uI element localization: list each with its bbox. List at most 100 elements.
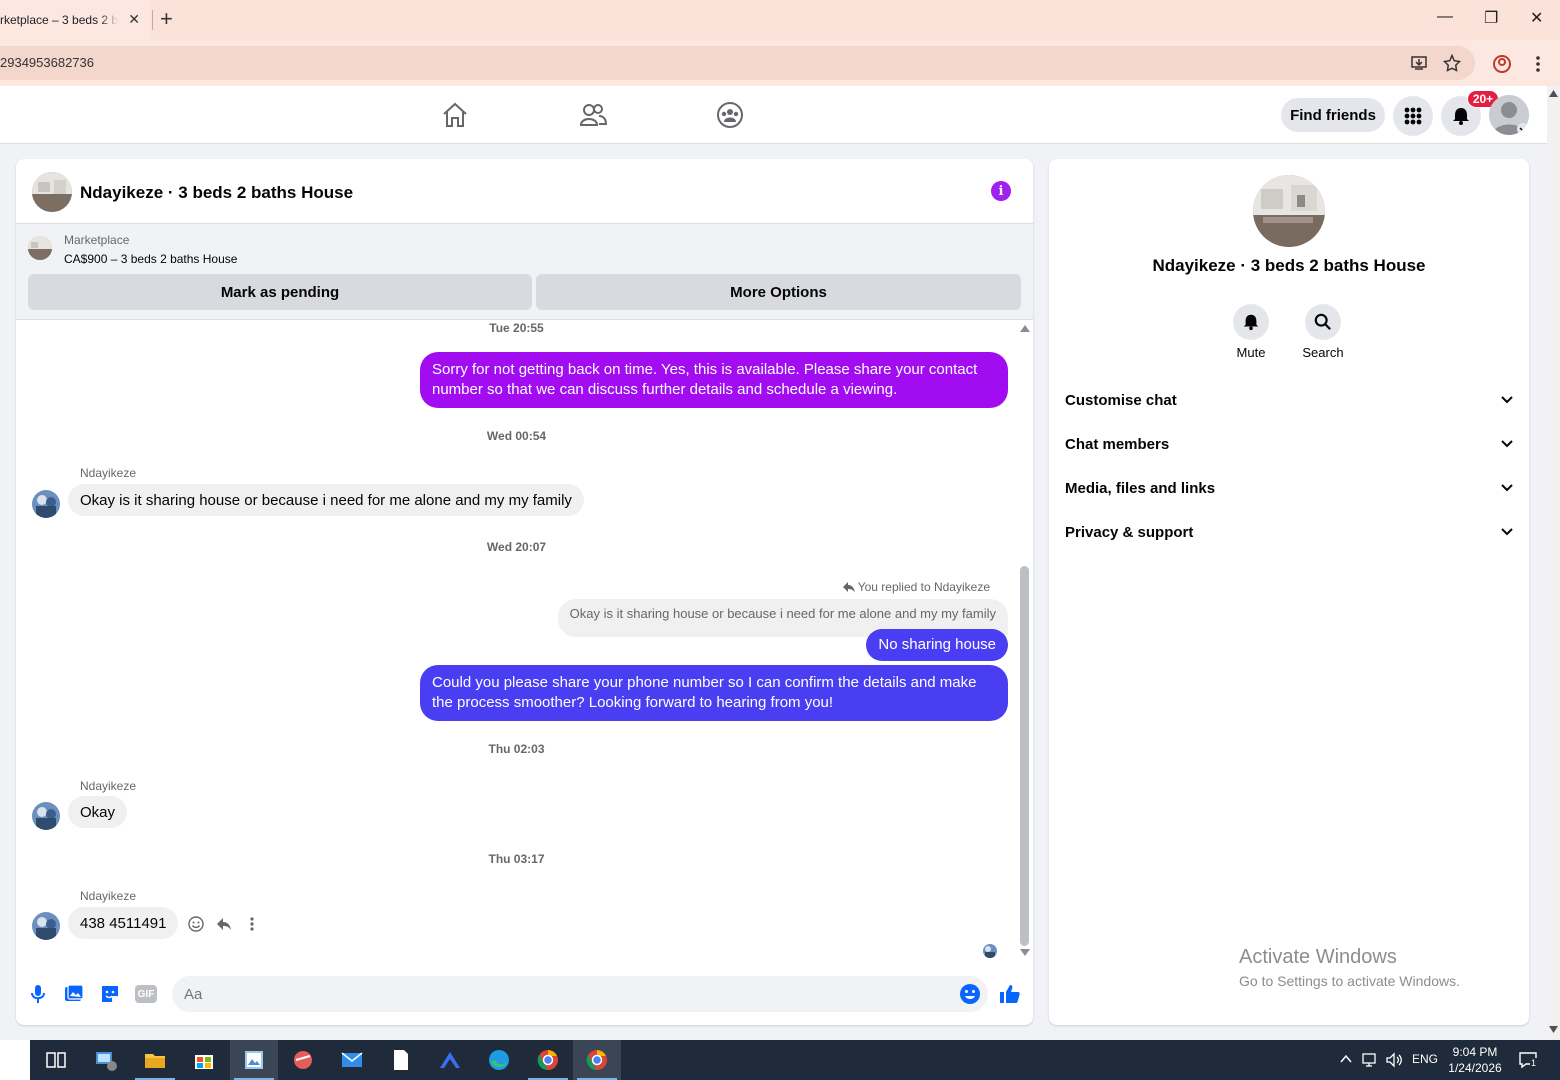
search-label: Search: [1302, 345, 1344, 360]
file-explorer-icon[interactable]: [143, 1048, 167, 1072]
notepad-icon[interactable]: [389, 1048, 413, 1072]
incoming-message[interactable]: 438 4511491: [68, 907, 179, 939]
chat-title: Ndayikeze · 3 beds 2 baths House: [80, 183, 354, 202]
chat-header: Ndayikeze · 3 beds 2 baths House i: [16, 159, 1033, 224]
accordion-media-files-links[interactable]: Media, files and links: [1065, 466, 1513, 510]
profile-icon[interactable]: [1492, 54, 1512, 74]
conversation-avatar-large[interactable]: [1253, 175, 1325, 247]
url-text: 2934953682736: [0, 55, 94, 70]
microphone-icon[interactable]: [27, 983, 49, 1005]
apps-grid-icon: [1404, 107, 1422, 125]
start-area[interactable]: [0, 1040, 30, 1080]
conversation-info-panel: Ndayikeze · 3 beds 2 baths House Mute Se…: [1049, 159, 1529, 1025]
reply-indicator: You replied to Ndayikeze: [842, 580, 990, 594]
groups-icon[interactable]: [715, 100, 745, 130]
scroll-up-icon[interactable]: [1020, 325, 1030, 332]
marketplace-label: Marketplace: [64, 233, 130, 247]
chevron-down-icon: [1501, 528, 1513, 536]
sender-name: Ndayikeze: [80, 779, 137, 793]
user-photo-icon: [32, 490, 60, 518]
chrome-profile-m-icon[interactable]: [536, 1048, 560, 1072]
close-window-button[interactable]: ✕: [1530, 8, 1543, 28]
conversation-info-icon[interactable]: i: [991, 181, 1011, 201]
photo-icon[interactable]: [63, 983, 85, 1005]
scroll-down-icon[interactable]: [1549, 1026, 1558, 1034]
network-icon[interactable]: [1362, 1052, 1380, 1068]
menu-button[interactable]: [1393, 96, 1433, 136]
more-actions-icon[interactable]: [246, 916, 258, 932]
tray-expand-icon[interactable]: [1340, 1054, 1352, 1064]
tab-close-icon[interactable]: ✕: [128, 11, 140, 28]
mail-icon[interactable]: [340, 1048, 364, 1072]
accordion-chat-members[interactable]: Chat members: [1065, 422, 1513, 466]
accordion-customise-chat[interactable]: Customise chat: [1065, 378, 1513, 422]
house-photo-thumbnail: [32, 172, 72, 212]
address-bar[interactable]: 2934953682736: [0, 46, 1475, 80]
bookmark-star-icon[interactable]: [1443, 54, 1461, 72]
timestamp: Wed 20:07: [486, 540, 547, 554]
react-emoji-icon[interactable]: [188, 916, 204, 932]
activate-title: Activate Windows: [1239, 946, 1397, 968]
page-scrollbar[interactable]: [1547, 86, 1560, 1040]
accordion-privacy-support[interactable]: Privacy & support: [1065, 510, 1513, 554]
chat-panel: Ndayikeze · 3 beds 2 baths House i Marke…: [16, 159, 1033, 1025]
browser-menu-icon[interactable]: [1530, 54, 1546, 74]
scroll-up-icon[interactable]: [1549, 90, 1558, 98]
accordion-label: Media, files and links: [1065, 479, 1216, 497]
chevron-down-icon: [1501, 484, 1513, 492]
search-button[interactable]: [1305, 304, 1341, 340]
microsoft-store-icon[interactable]: [192, 1048, 216, 1072]
task-view-icon[interactable]: [44, 1048, 68, 1072]
account-avatar[interactable]: [1489, 95, 1529, 135]
listing-title[interactable]: CA$900 – 3 beds 2 baths House: [64, 252, 237, 266]
mark-as-pending-button[interactable]: Mark as pending: [28, 274, 532, 310]
chevron-down-icon: [1501, 396, 1513, 404]
vpn-app-icon[interactable]: [438, 1048, 462, 1072]
accordion-label: Privacy & support: [1065, 523, 1194, 541]
user-photo-icon: [32, 912, 60, 940]
photo-viewer-icon[interactable]: [242, 1048, 266, 1072]
outgoing-message[interactable]: Could you please share your phone number…: [420, 665, 1008, 721]
sender-avatar[interactable]: [32, 912, 60, 940]
minimize-button[interactable]: —: [1437, 8, 1453, 26]
incoming-message[interactable]: Okay: [68, 796, 128, 828]
sender-avatar[interactable]: [32, 802, 60, 830]
house-photo-thumbnail: [28, 236, 52, 260]
action-center-button[interactable]: 1: [1518, 1050, 1538, 1070]
sticker-icon[interactable]: [99, 983, 121, 1005]
outgoing-message[interactable]: Sorry for not getting back on time. Yes,…: [420, 352, 1008, 408]
volume-icon[interactable]: [1386, 1052, 1404, 1068]
snipping-tool-icon[interactable]: [291, 1048, 315, 1072]
taskbar-clock[interactable]: 9:04 PM 1/24/2026: [1440, 1044, 1510, 1076]
browser-tabbar: rketplace – 3 beds 2 baths House ✕ + — ❐…: [0, 0, 1560, 40]
facebook-topnav: Find friends: [0, 86, 1547, 144]
like-thumbs-up-icon[interactable]: [999, 983, 1021, 1005]
friends-icon[interactable]: [578, 100, 608, 130]
mute-button[interactable]: [1233, 304, 1269, 340]
sender-avatar[interactable]: [32, 490, 60, 518]
install-app-icon[interactable]: [1410, 54, 1428, 72]
message-scrollbar[interactable]: [1017, 321, 1033, 957]
outgoing-message[interactable]: No sharing house: [866, 629, 1008, 661]
conversation-avatar[interactable]: [32, 172, 72, 212]
new-tab-button[interactable]: +: [160, 7, 173, 31]
home-icon[interactable]: [440, 100, 470, 130]
reply-icon[interactable]: [216, 916, 232, 932]
scroll-thumb[interactable]: [1020, 566, 1029, 946]
computer-management-icon[interactable]: [94, 1048, 118, 1072]
search-icon: [1314, 313, 1331, 330]
gif-button[interactable]: GIF: [135, 985, 157, 1003]
edge-browser-icon[interactable]: [487, 1048, 511, 1072]
seen-receipt-avatar: [983, 944, 997, 958]
marketplace-bar: Marketplace CA$900 – 3 beds 2 baths Hous…: [16, 224, 1033, 320]
emoji-icon[interactable]: [959, 983, 981, 1005]
incoming-message[interactable]: Okay is it sharing house or because i ne…: [68, 484, 584, 516]
more-options-button[interactable]: More Options: [536, 274, 1021, 310]
browser-tab[interactable]: rketplace – 3 beds 2 baths House ✕: [0, 0, 150, 40]
chrome-browser-icon[interactable]: [585, 1048, 609, 1072]
scroll-down-icon[interactable]: [1020, 949, 1030, 956]
restore-button[interactable]: ❐: [1484, 8, 1498, 28]
message-input[interactable]: [172, 976, 988, 1012]
language-indicator[interactable]: ENG: [1412, 1052, 1438, 1066]
find-friends-button[interactable]: Find friends: [1281, 98, 1385, 132]
